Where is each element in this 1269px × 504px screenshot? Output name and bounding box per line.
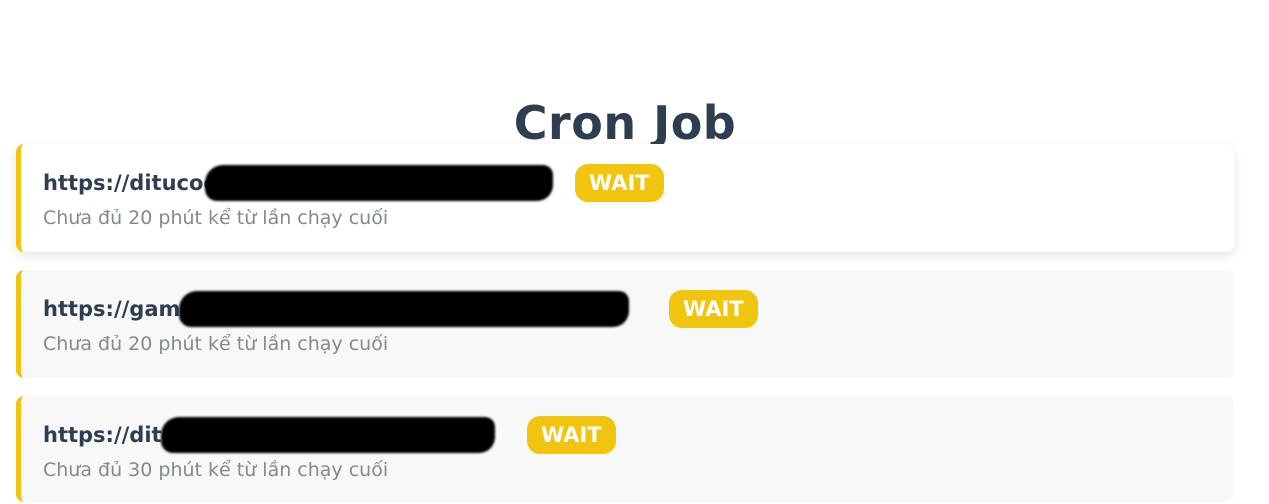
job-header: https://dituhp WAIT: [43, 416, 616, 454]
job-message: Chưa đủ 20 phút kể từ lần chạy cuối: [43, 333, 389, 355]
status-badge: WAIT: [669, 290, 758, 328]
job-list: https://ditucochhp WAIT Chưa đủ 20 phút …: [16, 144, 1234, 504]
job-message: Chưa đủ 30 phút kể từ lần chạy cuối: [43, 459, 389, 481]
redaction-mark: [179, 291, 629, 327]
job-url[interactable]: https://dituhp: [43, 417, 505, 453]
redaction-mark: [161, 417, 495, 453]
job-url[interactable]: https://gamehp: [43, 291, 647, 327]
redaction-mark: [205, 165, 553, 201]
job-card[interactable]: https://ditucochhp WAIT Chưa đủ 20 phút …: [16, 144, 1234, 252]
job-card[interactable]: https://dituhp WAIT Chưa đủ 30 phút kể t…: [16, 396, 1234, 502]
job-card[interactable]: https://gamehp WAIT Chưa đủ 20 phút kể t…: [16, 270, 1234, 378]
status-badge: WAIT: [575, 164, 664, 202]
job-url[interactable]: https://ditucochhp: [43, 165, 553, 201]
job-message: Chưa đủ 20 phút kể từ lần chạy cuối: [43, 207, 389, 229]
job-header: https://ditucochhp WAIT: [43, 164, 664, 202]
job-header: https://gamehp WAIT: [43, 290, 758, 328]
cron-job-page: Cron Job https://ditucochhp WAIT Chưa đủ…: [0, 0, 1269, 504]
status-badge: WAIT: [527, 416, 616, 454]
